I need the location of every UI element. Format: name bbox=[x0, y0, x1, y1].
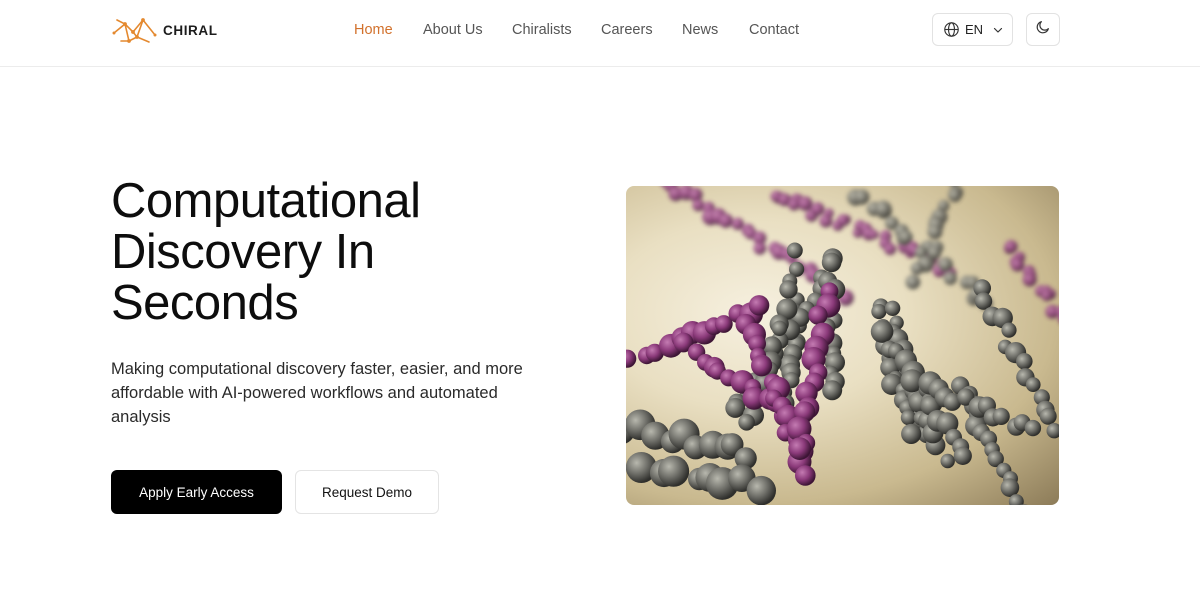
logo-text: CHIRAL bbox=[163, 22, 218, 38]
hero-title-line: Seconds bbox=[111, 276, 299, 330]
molecule-bead bbox=[884, 243, 896, 255]
chiral-logo-icon bbox=[112, 18, 157, 43]
molecule-bead bbox=[874, 200, 892, 218]
molecule-bead bbox=[898, 230, 913, 245]
hero-subtitle: Making computational discovery faster, e… bbox=[111, 360, 523, 426]
molecule-bead bbox=[751, 355, 772, 377]
moon-icon bbox=[1035, 19, 1051, 40]
request-demo-button[interactable]: Request Demo bbox=[295, 470, 439, 514]
molecule-bead bbox=[1016, 353, 1033, 370]
molecule-bead bbox=[808, 305, 828, 325]
molecule-bead bbox=[870, 320, 894, 343]
nav-item-careers[interactable]: Careers bbox=[601, 20, 682, 40]
molecule-bead bbox=[868, 229, 879, 240]
nav-item-news[interactable]: News bbox=[682, 20, 749, 40]
molecule-bead bbox=[901, 423, 922, 444]
molecule-bead bbox=[1024, 419, 1042, 437]
molecule-bead bbox=[1046, 423, 1059, 439]
molecule-bead bbox=[626, 349, 637, 368]
molecule-bead bbox=[822, 380, 843, 401]
molecule-bead bbox=[938, 257, 953, 272]
molecule-bead bbox=[992, 407, 1010, 425]
nav-item-about-us[interactable]: About Us bbox=[423, 20, 512, 40]
molecule-bead bbox=[927, 224, 943, 240]
molecule-bead bbox=[725, 397, 746, 418]
hero-molecule-image bbox=[626, 186, 1059, 505]
apply-early-access-button[interactable]: Apply Early Access bbox=[111, 470, 282, 514]
molecule-bead bbox=[821, 252, 842, 273]
molecule-bead bbox=[692, 199, 705, 212]
nav-item-contact[interactable]: Contact bbox=[749, 20, 799, 40]
molecule-bead bbox=[1041, 290, 1053, 302]
molecule-bead bbox=[1039, 407, 1057, 425]
molecule-bead bbox=[871, 303, 887, 320]
language-label: EN bbox=[965, 22, 984, 37]
molecule-bead bbox=[1022, 272, 1037, 287]
molecule-bead bbox=[753, 242, 767, 255]
molecule-bead bbox=[810, 202, 825, 216]
language-selector[interactable]: EN bbox=[932, 13, 1013, 46]
hero-title: Computational Discovery In Seconds bbox=[111, 176, 581, 329]
molecule-bead bbox=[788, 437, 812, 460]
chevron-down-icon bbox=[992, 24, 1004, 36]
molecule-bead bbox=[836, 214, 850, 227]
hero-title-line: Computational bbox=[111, 174, 421, 228]
molecule-bead bbox=[738, 414, 755, 431]
molecule-illustration bbox=[626, 186, 1059, 505]
molecule-bead bbox=[854, 189, 870, 205]
top-navigation-bar: CHIRAL Home About Us Chiralists Careers … bbox=[0, 0, 1200, 67]
nav-item-chiralists[interactable]: Chiralists bbox=[512, 20, 601, 40]
molecule-bead bbox=[1010, 257, 1025, 272]
molecule-bead bbox=[795, 465, 816, 486]
molecule-bead bbox=[884, 300, 901, 316]
molecule-bead bbox=[798, 196, 813, 211]
molecule-bead bbox=[718, 213, 733, 228]
molecule-bead bbox=[748, 295, 770, 316]
hero-title-line: Discovery In bbox=[111, 225, 375, 279]
molecule-bead bbox=[1004, 240, 1018, 254]
molecule-bead bbox=[940, 453, 955, 469]
molecule-bead bbox=[771, 320, 788, 336]
molecule-bead bbox=[943, 271, 957, 285]
molecule-bead bbox=[948, 188, 962, 202]
molecule-bead bbox=[779, 280, 798, 299]
molecule-bead bbox=[786, 242, 803, 259]
molecule-bead bbox=[953, 446, 972, 465]
nav-item-home[interactable]: Home bbox=[354, 20, 423, 40]
molecule-bead bbox=[1025, 377, 1041, 392]
globe-icon bbox=[943, 21, 960, 38]
molecule-bead bbox=[658, 455, 690, 487]
molecule-bead bbox=[746, 475, 776, 505]
theme-toggle-button[interactable] bbox=[1026, 13, 1060, 46]
main-navigation: Home About Us Chiralists Careers News Co… bbox=[354, 20, 799, 40]
molecule-bead bbox=[910, 261, 924, 275]
molecule-bead bbox=[905, 274, 921, 290]
molecule-bead bbox=[1001, 322, 1017, 338]
molecule-bead bbox=[819, 214, 833, 228]
chiral-logo[interactable]: CHIRAL bbox=[111, 15, 218, 45]
